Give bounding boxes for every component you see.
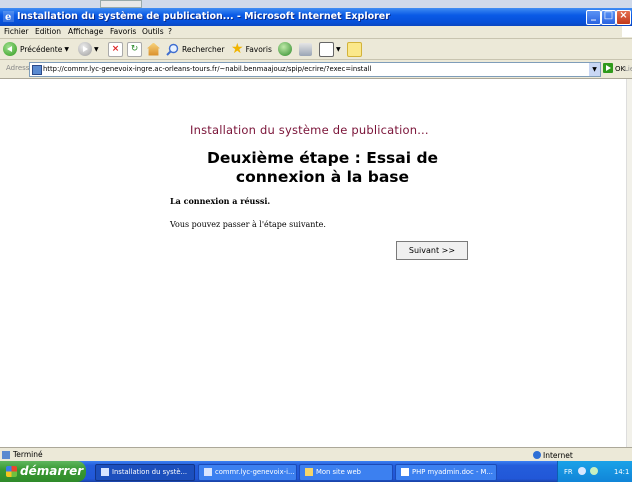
close-button[interactable]: × bbox=[616, 10, 631, 25]
page-content: Installation du système de publication..… bbox=[0, 79, 626, 447]
search-icon bbox=[166, 43, 179, 56]
task-label: Installation du systè... bbox=[112, 468, 188, 476]
desktop-window-fragment bbox=[100, 0, 142, 8]
page-done-icon bbox=[2, 451, 10, 459]
favorites-button[interactable]: ★ Favoris bbox=[231, 41, 272, 57]
close-icon: × bbox=[619, 10, 628, 21]
window-title: Installation du système de publication..… bbox=[17, 11, 390, 22]
go-arrow-icon[interactable] bbox=[603, 63, 613, 73]
svg-text:e: e bbox=[5, 12, 11, 22]
notes-button[interactable] bbox=[347, 41, 362, 57]
home-button[interactable] bbox=[147, 41, 160, 57]
menu-outils[interactable]: Outils bbox=[142, 27, 164, 36]
minimize-button[interactable]: _ bbox=[586, 10, 601, 25]
ie-task-icon bbox=[101, 468, 109, 476]
clock: 14:1 bbox=[614, 468, 630, 476]
task-commr[interactable]: commr.lyc-genevoix-i... bbox=[198, 464, 297, 481]
back-button[interactable]: Précédente ▼ bbox=[3, 41, 69, 57]
folder-icon bbox=[305, 468, 313, 476]
tray-app-icon[interactable] bbox=[590, 467, 598, 475]
internet-explorer-icon: e bbox=[3, 11, 14, 22]
task-label: Mon site web bbox=[316, 468, 361, 476]
back-arrow-icon bbox=[3, 42, 17, 56]
menu-affichage[interactable]: Affichage bbox=[68, 27, 103, 36]
toolbar: Précédente ▼ ▼ × ↻ Rechercher ★ Favoris … bbox=[0, 39, 632, 60]
language-indicator[interactable]: FR bbox=[564, 468, 573, 476]
maximize-button[interactable]: □ bbox=[601, 10, 616, 25]
vertical-scrollbar[interactable] bbox=[626, 79, 632, 447]
star-icon: ★ bbox=[231, 41, 244, 57]
forward-button[interactable]: ▼ bbox=[78, 41, 99, 57]
links-label[interactable]: Lie bbox=[624, 65, 632, 73]
page-icon bbox=[32, 65, 42, 75]
task-phpmyadmin-doc[interactable]: PHP myadmin.doc - M... bbox=[395, 464, 497, 481]
desktop-strip bbox=[0, 0, 632, 8]
step-title: Deuxième étape : Essai de connexion à la… bbox=[206, 149, 439, 186]
search-button[interactable]: Rechercher bbox=[166, 41, 224, 57]
menu-bar: Fichier Edition Affichage Favoris Outils… bbox=[0, 26, 632, 39]
print-button[interactable]: ▼ bbox=[319, 41, 341, 57]
mail-icon bbox=[299, 42, 312, 56]
word-doc-icon bbox=[401, 468, 409, 476]
globe-icon bbox=[533, 451, 541, 459]
print-dropdown-icon[interactable]: ▼ bbox=[336, 46, 341, 53]
history-button[interactable] bbox=[278, 41, 292, 57]
notes-icon bbox=[347, 41, 362, 57]
home-icon bbox=[147, 42, 160, 56]
stop-icon: × bbox=[108, 41, 123, 57]
menu-favoris[interactable]: Favoris bbox=[110, 27, 136, 36]
page-heading: Installation du système de publication..… bbox=[190, 123, 429, 137]
refresh-icon: ↻ bbox=[127, 41, 142, 57]
ie-task-icon bbox=[204, 468, 212, 476]
forward-arrow-icon bbox=[78, 42, 92, 56]
next-button[interactable]: Suivant >> bbox=[396, 241, 468, 260]
menu-edition[interactable]: Edition bbox=[35, 27, 61, 36]
history-icon bbox=[278, 42, 292, 56]
windows-flag-icon bbox=[6, 466, 17, 477]
windows-logo-icon bbox=[622, 26, 632, 37]
back-label: Précédente bbox=[20, 44, 63, 54]
address-dropdown-icon[interactable]: ▼ bbox=[589, 63, 600, 76]
task-label: PHP myadmin.doc - M... bbox=[412, 468, 493, 476]
window-title-bar[interactable]: e Installation du système de publication… bbox=[0, 8, 632, 26]
task-mon-site-web[interactable]: Mon site web bbox=[299, 464, 393, 481]
back-dropdown-icon[interactable]: ▼ bbox=[64, 46, 69, 53]
security-zone: Internet bbox=[543, 451, 573, 460]
favorites-label: Favoris bbox=[245, 44, 272, 54]
stop-button[interactable]: × bbox=[108, 41, 123, 57]
start-label: démarrer bbox=[20, 464, 84, 478]
status-bar: Terminé Internet bbox=[0, 447, 632, 462]
address-bar: Adresse http://commr.lyc-genevoix-ingre.… bbox=[0, 60, 632, 79]
taskbar: démarrer Installation du systè... commr.… bbox=[0, 461, 632, 482]
status-text: Terminé bbox=[13, 450, 43, 459]
forward-dropdown-icon[interactable]: ▼ bbox=[94, 46, 99, 53]
mail-button[interactable] bbox=[299, 41, 312, 57]
tray-network-icon[interactable] bbox=[578, 467, 586, 475]
refresh-button[interactable]: ↻ bbox=[127, 41, 142, 57]
maximize-icon: □ bbox=[603, 10, 614, 21]
address-url: http://commr.lyc-genevoix-ingre.ac-orlea… bbox=[43, 65, 372, 73]
task-installation[interactable]: Installation du systè... bbox=[95, 464, 195, 481]
menu-help[interactable]: ? bbox=[168, 27, 172, 36]
search-label: Rechercher bbox=[182, 44, 225, 54]
address-input[interactable]: http://commr.lyc-genevoix-ingre.ac-orlea… bbox=[29, 62, 601, 77]
menu-fichier[interactable]: Fichier bbox=[4, 27, 29, 36]
task-label: commr.lyc-genevoix-i... bbox=[215, 468, 295, 476]
start-button[interactable]: démarrer bbox=[0, 461, 86, 482]
next-step-text: Vous pouvez passer à l'étape suivante. bbox=[170, 220, 326, 229]
minimize-icon: _ bbox=[591, 10, 596, 21]
print-icon bbox=[319, 41, 334, 57]
system-tray: FR 14:1 bbox=[557, 461, 632, 482]
connection-success-text: La connexion a réussi. bbox=[170, 196, 271, 206]
